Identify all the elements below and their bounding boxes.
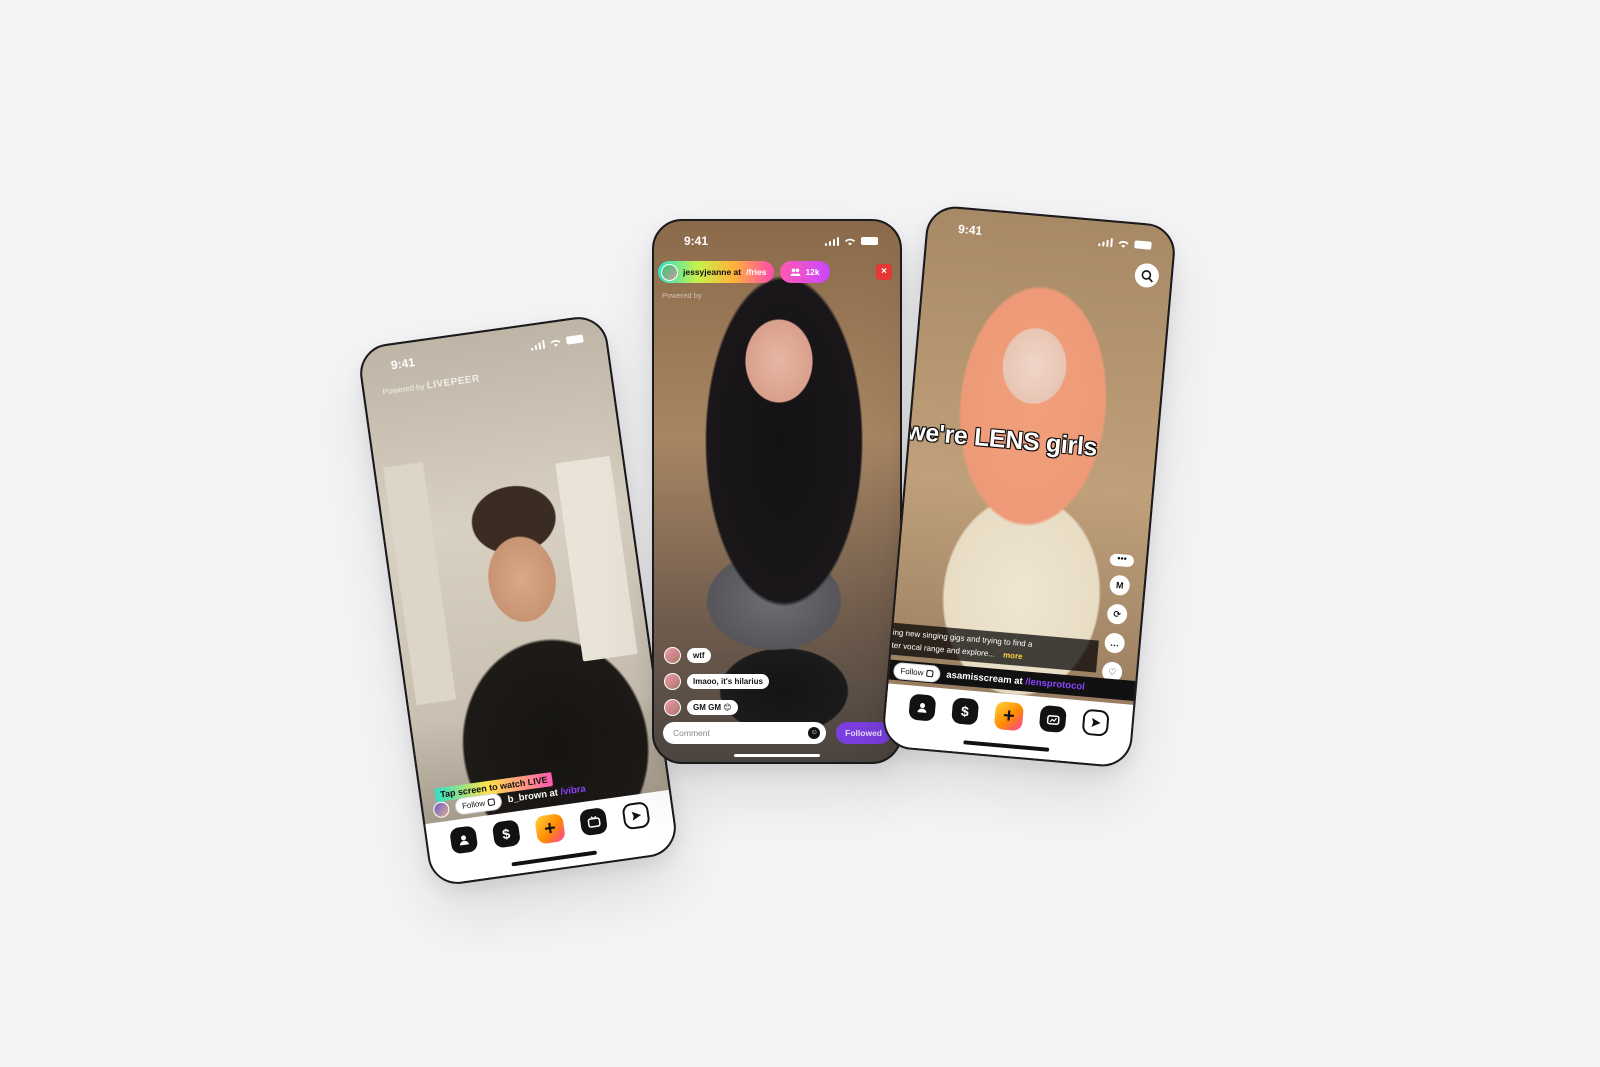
wifi-icon [550, 339, 561, 347]
dollar-icon[interactable]: $ [491, 819, 521, 849]
profile-icon[interactable] [448, 825, 479, 855]
room-door [555, 455, 638, 662]
chat-message: wtf [664, 647, 769, 664]
wifi-icon [1118, 240, 1129, 248]
chat-message: GM GM 😊 [664, 699, 769, 716]
hallway-door [383, 461, 457, 706]
chat-bubble: lmaoo, it's hilarius [687, 674, 769, 689]
profile-icon[interactable] [907, 693, 937, 722]
close-icon[interactable]: × [876, 264, 892, 280]
battery-icon [565, 334, 584, 345]
signal-icon [529, 339, 546, 351]
chat-list: wtf lmaoo, it's hilarius GM GM 😊 [664, 647, 769, 716]
status-time: 9:41 [684, 234, 709, 248]
m-logo-icon[interactable]: M [1108, 574, 1131, 597]
more-link[interactable]: more [1003, 650, 1023, 661]
dollar-icon[interactable]: $ [950, 697, 980, 726]
status-time: 9:41 [390, 355, 416, 373]
host-pill[interactable]: jessyjeanne at /fries [658, 261, 775, 283]
channel-link[interactable]: /lensprotocol [1025, 676, 1085, 692]
follow-plus-icon [487, 798, 496, 807]
channel-link[interactable]: /fries [746, 267, 766, 277]
viewer-count-badge: 12k [780, 261, 830, 283]
plus-icon[interactable]: + [993, 700, 1025, 732]
plus-icon[interactable]: + [534, 812, 566, 845]
phone-left: 9:41 Powered by LIVEPEER Tap screen to w… [356, 313, 680, 888]
battery-icon [861, 237, 878, 245]
battery-icon [1134, 240, 1152, 250]
status-bar: 9:41 [654, 231, 900, 251]
tv-icon[interactable] [578, 806, 609, 837]
remix-icon[interactable]: ⟳ [1106, 603, 1129, 626]
emoji-icon[interactable]: ☺ [808, 727, 821, 739]
channel-link[interactable]: /vibra [560, 783, 587, 797]
signal-icon [824, 236, 839, 246]
chat-bubble: wtf [687, 648, 711, 663]
avatar [661, 263, 678, 281]
host-name: jessyjeanne at [683, 267, 742, 277]
viewers-icon [790, 268, 801, 276]
send-icon[interactable] [1081, 708, 1111, 737]
avatar[interactable] [664, 699, 681, 716]
screen-right: 9:41 we're LENS girls ••• M ⟳ … ♡ ing ne… [882, 206, 1176, 767]
powered-by: Powered by [662, 291, 702, 300]
signal-icon [1097, 236, 1113, 248]
phone-center: 9:41 jessyjeanne at /fries 12k × Powered… [652, 219, 902, 764]
send-icon[interactable] [621, 800, 652, 831]
comment-bar: Comment ☺ Followed [663, 722, 891, 744]
status-time: 9:41 [957, 221, 983, 238]
avatar[interactable] [664, 673, 681, 690]
screen-left: 9:41 Powered by LIVEPEER Tap screen to w… [358, 315, 678, 886]
home-indicator [734, 754, 820, 757]
chart-tv-icon[interactable] [1038, 704, 1068, 734]
live-header: jessyjeanne at /fries 12k × [658, 261, 892, 283]
comment-icon[interactable]: … [1103, 632, 1126, 654]
avatar[interactable] [664, 647, 681, 664]
follow-plus-icon [926, 669, 934, 677]
avatar[interactable] [432, 800, 451, 819]
chat-bubble: GM GM 😊 [687, 700, 738, 715]
more-dots-icon[interactable]: ••• [1109, 553, 1135, 568]
wifi-icon [845, 238, 855, 245]
screen-center: 9:41 jessyjeanne at /fries 12k × Powered… [654, 221, 900, 762]
comment-input[interactable]: Comment ☺ [663, 722, 827, 744]
phone-right: 9:41 we're LENS girls ••• M ⟳ … ♡ ing ne… [880, 204, 1178, 769]
follow-button[interactable]: Follow [892, 661, 942, 683]
chat-message: lmaoo, it's hilarius [664, 673, 769, 690]
